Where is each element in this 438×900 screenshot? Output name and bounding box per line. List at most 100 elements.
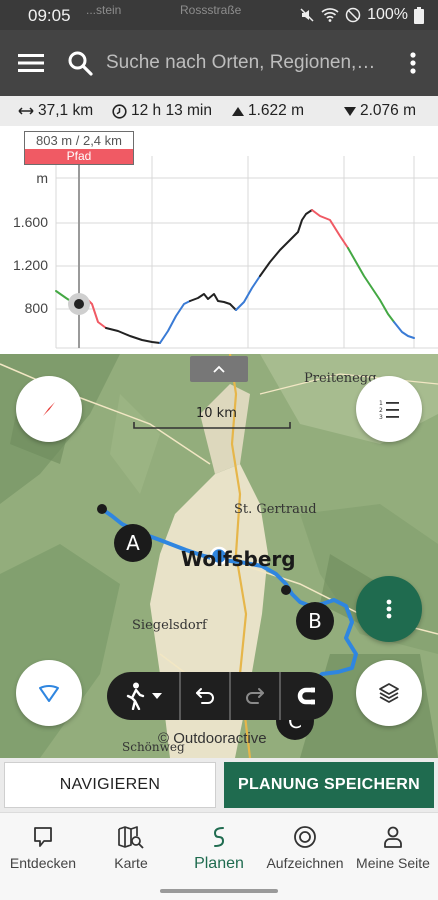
location-button[interactable]	[16, 660, 82, 726]
profile-y-tick: 1.200	[12, 257, 48, 273]
nav-label: Aufzeichnen	[266, 855, 344, 871]
route-icon	[211, 823, 227, 851]
layers-icon	[379, 683, 399, 703]
svg-text:2: 2	[379, 407, 383, 414]
mute-icon	[299, 7, 315, 23]
waypoint-a-marker[interactable]: A	[114, 524, 152, 562]
numbered-list-icon: 123	[379, 400, 399, 420]
wifi-icon	[321, 7, 339, 23]
nav-label: Meine Seite	[356, 855, 430, 871]
profile-y-tick: 1.600	[12, 214, 48, 230]
stat-distance: 37,1 km	[18, 102, 93, 120]
nav-label: Planen	[194, 855, 244, 872]
redo-button[interactable]	[231, 672, 279, 720]
undo-button[interactable]	[181, 672, 229, 720]
do-not-disturb-icon	[345, 7, 361, 23]
nav-label: Karte	[114, 855, 148, 871]
profile-cursor-type: Pfad	[25, 149, 133, 164]
map-more-button[interactable]	[356, 576, 422, 642]
place-label-main: Wolfsberg	[181, 547, 296, 571]
battery-level: 100%	[367, 6, 408, 23]
compass-needle-icon	[43, 402, 55, 416]
menu-button[interactable]	[12, 44, 50, 82]
bottom-navigation: Entdecken Karte Planen Aufzeichnen Meine…	[0, 812, 438, 900]
profile-segment	[393, 321, 415, 339]
map-copyright: © Outdooractive	[158, 730, 267, 747]
activity-selector[interactable]	[107, 672, 179, 720]
battery-icon	[414, 6, 424, 24]
route-stats-bar: 37,1 km 12 h 13 min 1.622 m 2.076 m	[0, 96, 438, 126]
place-label: St. Gertraud	[234, 502, 317, 517]
vertical-dots-icon	[410, 52, 416, 74]
stat-duration-value: 12 h 13 min	[131, 102, 212, 119]
clock-icon	[112, 103, 127, 119]
ascent-triangle-icon	[232, 106, 244, 116]
profile-cursor-value: 803 m / 2,4 km	[36, 133, 122, 148]
snap-magnet-button[interactable]	[281, 672, 333, 720]
save-plan-button[interactable]: PLANUNG SPEICHERN	[224, 762, 434, 808]
search-input[interactable]: Suche nach Orten, Regionen,…	[62, 40, 392, 86]
record-icon	[293, 823, 317, 851]
stat-descent-value: 2.076 m	[360, 102, 417, 119]
app-bar: Suche nach Orten, Regionen,…	[0, 30, 438, 96]
planning-toolbar	[107, 672, 333, 720]
status-time: 09:05	[28, 6, 71, 25]
person-icon	[382, 823, 404, 851]
profile-cursor-dot	[74, 299, 84, 309]
svg-text:3: 3	[379, 414, 383, 420]
chat-bubble-icon	[32, 823, 54, 851]
nav-item-karte[interactable]: Karte	[88, 823, 174, 871]
place-label: Preitenegg	[304, 371, 377, 386]
route-list-button[interactable]: 123	[356, 376, 422, 442]
redo-icon	[246, 688, 264, 704]
vertical-dots-icon	[386, 599, 392, 619]
nav-item-planen[interactable]: Planen	[176, 823, 262, 873]
location-cone-icon	[39, 685, 59, 702]
chevron-up-icon	[213, 365, 225, 373]
elevation-profile[interactable]: m 1.600 1.200 800 803 m / 2,4 km Pfad	[0, 126, 438, 354]
route-start-point	[97, 504, 107, 514]
more-options-button[interactable]	[404, 46, 422, 80]
status-ghost-text: Rossstraße	[180, 3, 242, 17]
stat-distance-value: 37,1 km	[38, 102, 94, 119]
search-icon	[62, 45, 98, 81]
profile-segment	[347, 247, 395, 323]
hamburger-icon	[18, 54, 44, 72]
stat-descent: 2.076 m	[344, 102, 416, 120]
route-waypoint-point	[281, 585, 291, 595]
gesture-handle	[160, 889, 278, 893]
status-icons: 100%	[299, 6, 424, 24]
scale-label: 10 km	[196, 406, 237, 421]
profile-y-tick: 800	[24, 300, 48, 316]
caret-down-icon	[152, 693, 162, 699]
status-bar: 09:05 ...stein Rossstraße 100%	[0, 0, 438, 30]
magnet-icon	[297, 687, 315, 705]
nav-label: Entdecken	[9, 855, 77, 871]
profile-segment	[159, 300, 191, 344]
nav-item-aufzeichnen[interactable]: Aufzeichnen	[262, 823, 348, 871]
map-search-icon	[117, 823, 145, 851]
navigate-button[interactable]: NAVIGIEREN	[4, 762, 216, 808]
map-layers-button[interactable]	[356, 660, 422, 726]
profile-segment	[189, 293, 237, 311]
nav-item-meine-seite[interactable]: Meine Seite	[350, 823, 436, 871]
stat-ascent: 1.622 m	[232, 102, 304, 120]
stat-ascent-value: 1.622 m	[248, 102, 305, 119]
nav-item-entdecken[interactable]: Entdecken	[0, 823, 86, 871]
place-label: Siegelsdorf	[132, 618, 207, 633]
waypoint-b-marker[interactable]: B	[296, 602, 334, 640]
undo-icon	[196, 688, 214, 704]
collapse-profile-handle[interactable]	[190, 356, 248, 382]
action-buttons: NAVIGIEREN PLANUNG SPEICHERN	[0, 758, 438, 812]
profile-grid	[55, 156, 438, 349]
distance-arrows-icon	[18, 107, 34, 115]
status-ghost-text: ...stein	[86, 3, 122, 17]
search-placeholder: Suche nach Orten, Regionen,…	[106, 52, 376, 73]
profile-y-unit: m	[36, 170, 48, 186]
map-view[interactable]: 10 km Preitenegg St. Gertraud Wolfsberg …	[0, 354, 438, 758]
profile-cursor-tooltip: 803 m / 2,4 km Pfad	[24, 131, 134, 165]
profile-segment	[311, 209, 349, 249]
hiker-icon	[126, 682, 145, 710]
descent-triangle-icon	[344, 106, 356, 116]
compass-button[interactable]	[16, 376, 82, 442]
